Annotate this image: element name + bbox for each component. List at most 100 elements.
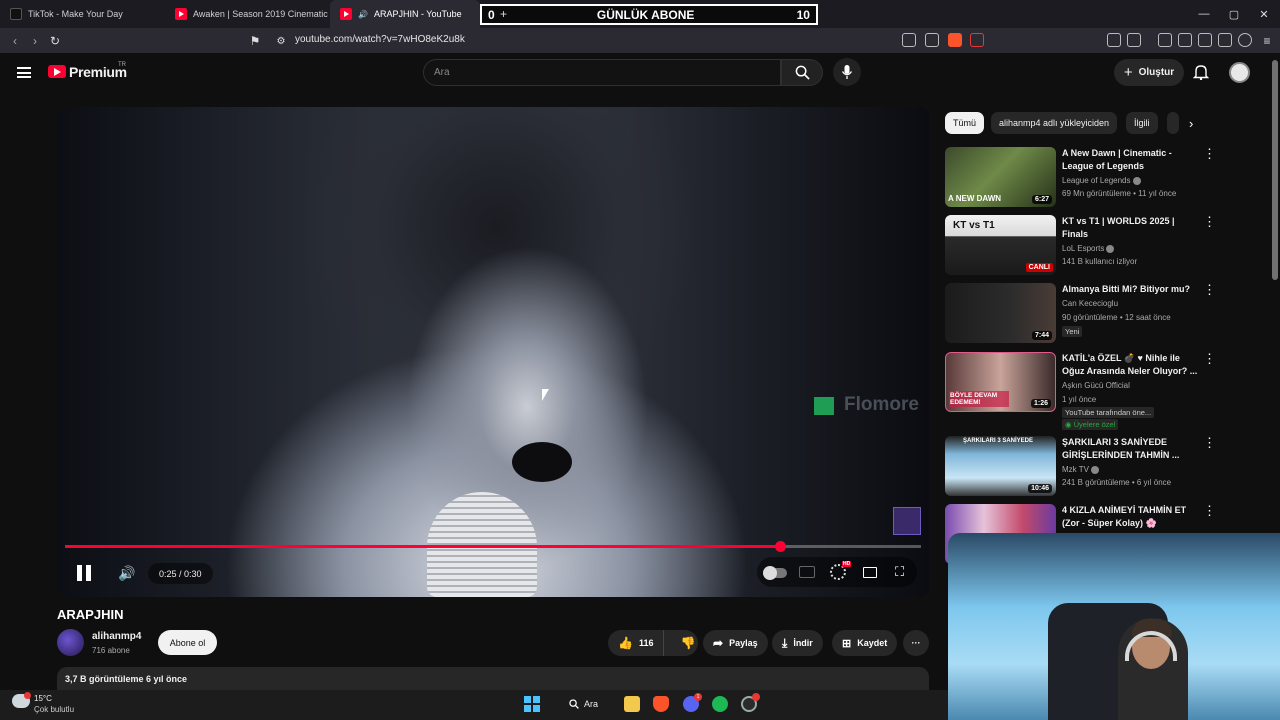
file-explorer-icon[interactable] [624,696,640,712]
brave-shield-icon[interactable] [948,33,962,47]
like-button[interactable]: 👍 116 [608,630,665,656]
recommendation-title[interactable]: A New Dawn | Cinematic - League of Legen… [1062,147,1198,173]
recommendation-channel[interactable]: League of Legends [1062,176,1141,185]
more-vertical-icon[interactable]: ⋮ [1203,147,1216,160]
subtitles-icon[interactable] [799,566,815,578]
recommendation-item[interactable]: BÖYLE DEVAM EDEMEM! 1:26 KATİL'a ÖZEL 💣 … [945,352,1245,430]
volume-icon[interactable]: 🔊 [116,563,138,583]
recommendation-item[interactable]: ŞARKILARI 3 SANİYEDE 10:46 ŞARKILARI 3 S… [945,436,1245,496]
recommendation-channel[interactable]: Aşkın Gücü Official [1062,381,1130,390]
recommendation-item[interactable]: KT vs T1 CANLI KT vs T1 | WORLDS 2025 | … [945,215,1245,275]
menu-icon[interactable]: ≡ [1258,32,1276,50]
wallet-icon[interactable] [1198,33,1212,47]
music-icon[interactable] [1158,33,1172,47]
close-icon[interactable]: ✕ [1248,0,1280,28]
create-button[interactable]: + Oluştur [1114,59,1184,86]
share-button[interactable]: ➦ Paylaş [703,630,768,656]
video-thumbnail[interactable]: KT vs T1 CANLI [945,215,1056,275]
save-button[interactable]: ⊞ Kaydet [832,630,898,656]
page-scrollbar[interactable] [1272,60,1278,280]
thumbnail-caption: A NEW DAWN [948,194,1002,203]
vpn-icon[interactable] [1238,33,1252,47]
more-vertical-icon[interactable]: ⋮ [1203,352,1216,365]
dislike-button[interactable]: 👎 [670,630,705,656]
channel-watermark-icon[interactable] [893,507,921,535]
pause-button[interactable] [74,563,94,583]
tab-arapjhin[interactable]: 🔊 ARAPJHIN - YouTube [330,0,480,28]
like-count: 116 [638,638,654,648]
chip-uploader[interactable]: alihanmp4 adlı yükleyiciden [991,112,1118,134]
youtube-logo-icon[interactable] [48,65,66,78]
search-button[interactable] [781,59,823,86]
more-vertical-icon[interactable]: ⋮ [1203,215,1216,228]
more-vertical-icon[interactable]: ⋮ [1203,436,1216,449]
video-thumbnail[interactable]: BÖYLE DEVAM EDEMEM! 1:26 [945,352,1056,412]
recommendation-item[interactable]: 7:44 Almanya Bitti Mi? Bitiyor mu? Can K… [945,283,1245,343]
speaker-icon[interactable]: 🔊 [358,10,368,19]
channel-name: Mzk TV [1062,465,1089,474]
search-icon [795,65,810,80]
save-label: Kaydet [857,638,888,648]
video-thumbnail[interactable]: 7:44 [945,283,1056,343]
tab-awaken[interactable]: Awaken | Season 2019 Cinematic - Le [165,0,330,28]
taskbar-search[interactable]: Ara [560,694,610,714]
account-avatar[interactable] [1229,62,1250,83]
windows-start-icon[interactable] [524,696,540,712]
recommendation-channel[interactable]: Can Kececioglu [1062,299,1118,308]
brave-browser-icon[interactable] [653,696,669,712]
recommendation-title[interactable]: 4 KIZLA ANİMEYİ TAHMİN ET (Zor - Süper K… [1062,504,1198,530]
maximize-icon[interactable]: ▢ [1218,0,1250,28]
back-icon[interactable]: ‹ [6,32,24,50]
chip-related[interactable]: İlgili [1126,112,1158,134]
reload-icon[interactable]: ↻ [46,32,64,50]
more-vertical-icon[interactable]: ⋮ [1203,283,1216,296]
recommendation-item[interactable]: A NEW DAWN 6:27 A New Dawn | Cinematic -… [945,147,1245,207]
hamburger-menu-icon[interactable] [17,67,31,78]
recommendation-channel[interactable]: LoL Esports [1062,244,1115,253]
video-thumbnail[interactable]: ŞARKILARI 3 SANİYEDE 10:46 [945,436,1056,496]
recommendation-title[interactable]: KATİL'a ÖZEL 💣 ♥ Nihle ile Oğuz Arasında… [1062,352,1198,378]
notifications-bell-icon[interactable] [1193,64,1209,80]
leo-icon[interactable] [1218,33,1232,47]
minimize-icon[interactable]: — [1188,0,1220,28]
subscribe-button[interactable]: Abone ol [158,630,217,655]
new-badge: Yeni [1062,326,1083,337]
tab-tiktok[interactable]: TikTok - Make Your Day [0,0,165,28]
chip-more[interactable] [1167,112,1179,134]
progress-scrubber[interactable] [774,541,786,552]
fullscreen-icon[interactable]: ⛶ [895,565,909,579]
download-button[interactable]: ⤓ İndir [772,630,823,656]
video-player[interactable]: Flomore 🔊 0:25 / 0:30 HD ⛶ [57,107,929,597]
more-vertical-icon[interactable]: ⋮ [1203,504,1216,517]
screenshot-icon[interactable] [1127,33,1141,47]
more-actions-button[interactable]: ··· [903,630,929,656]
chevron-right-icon[interactable]: › [1189,116,1193,131]
search-input[interactable]: Ara [423,59,781,86]
video-thumbnail[interactable]: A NEW DAWN 6:27 [945,147,1056,207]
spotify-icon[interactable] [712,696,728,712]
forward-icon[interactable]: › [26,32,44,50]
progress-bar[interactable] [65,541,921,552]
voice-search-button[interactable] [833,58,861,86]
share-icon[interactable] [925,33,939,47]
share-arrow-icon: ➦ [713,636,724,650]
sidebar-icon[interactable] [1178,33,1192,47]
brave-rewards-icon[interactable] [970,33,984,47]
recommendation-channel[interactable]: Mzk TV [1062,465,1099,474]
theater-mode-icon[interactable] [863,567,877,578]
streamer-webcam [948,533,1280,720]
recommendation-title[interactable]: KT vs T1 | WORLDS 2025 | Finals [1062,215,1198,241]
site-info-icon[interactable]: ⚙ [272,32,290,50]
extensions-icon[interactable] [1107,33,1121,47]
new-tab-button[interactable]: + [500,7,507,21]
recommendation-title[interactable]: ŞARKILARI 3 SANİYEDE GİRİŞLERİNDEN TAHMİ… [1062,436,1198,462]
chip-all[interactable]: Tümü [945,112,985,134]
recommendation-title[interactable]: Almanya Bitti Mi? Bitiyor mu? [1062,283,1198,296]
members-only-label: Üyelere özel [1073,420,1116,429]
channel-avatar[interactable] [57,629,84,656]
channel-name[interactable]: alihanmp4 [92,631,141,642]
cast-icon[interactable] [902,33,916,47]
bookmark-icon[interactable]: ⚑ [246,32,264,50]
autoplay-toggle[interactable] [763,566,787,580]
url-field[interactable]: youtube.com/watch?v=7wHO8eK2u8k [295,34,465,45]
